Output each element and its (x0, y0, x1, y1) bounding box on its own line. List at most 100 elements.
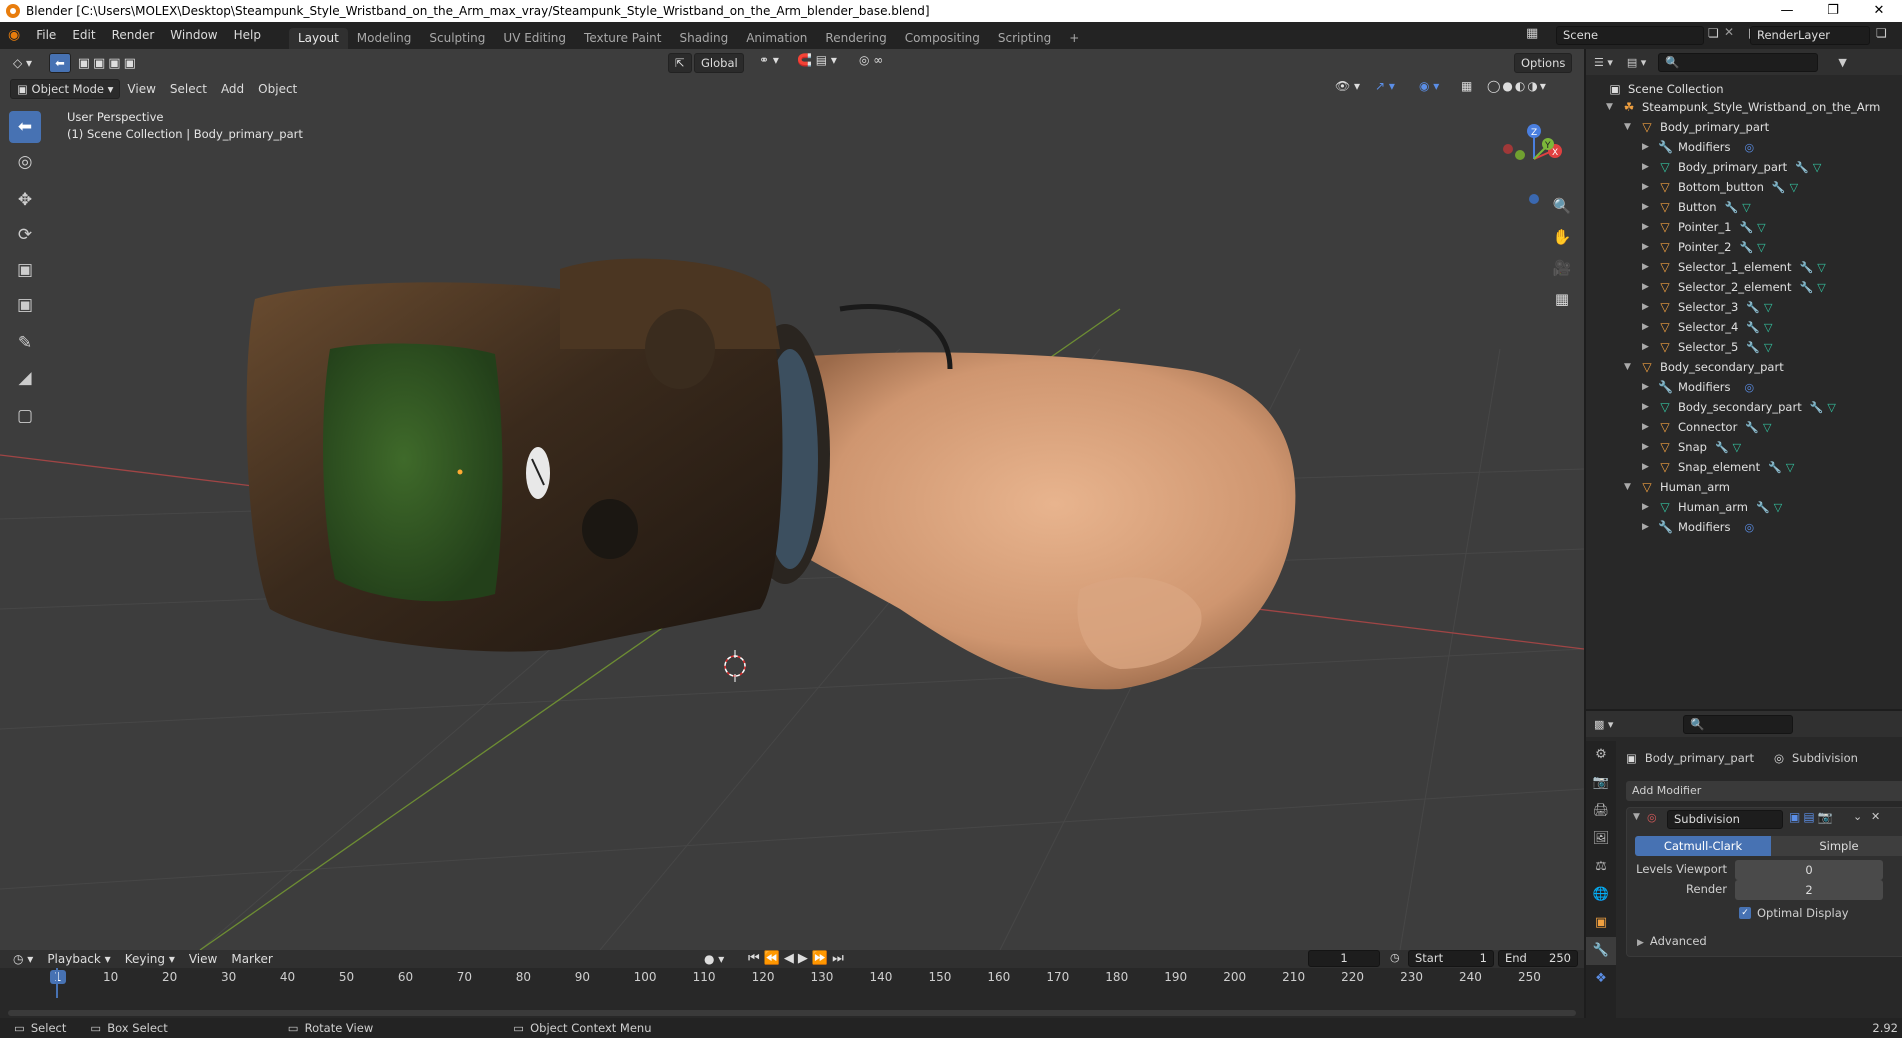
expand-down-icon[interactable]: ▼ (1624, 362, 1634, 372)
editor-type-icon[interactable]: ◇ ▾ (6, 56, 39, 70)
expand-right-icon[interactable]: ▶ (1642, 262, 1652, 272)
display-mode-icon[interactable]: ▤ ▾ (1627, 56, 1646, 69)
expand-right-icon[interactable]: ▶ (1642, 442, 1652, 452)
tab-compositing[interactable]: Compositing (896, 28, 989, 49)
menu-keying[interactable]: Keying ▾ (118, 952, 182, 966)
snapping-icon[interactable]: 🧲 ▤ ▾ (790, 53, 844, 67)
scene-icon[interactable]: ▦ (1526, 26, 1538, 41)
remove-modifier-icon[interactable]: ✕ (1871, 810, 1880, 823)
expand-right-icon[interactable]: ▶ (1642, 242, 1652, 252)
playhead-line[interactable] (56, 968, 58, 998)
expand-right-icon[interactable]: ▶ (1642, 422, 1652, 432)
outliner-item[interactable]: ▼ ▽ Body_primary_part (1624, 117, 1769, 137)
outliner-item[interactable]: ▶ ▽ Bottom_button 🔧 ▽ (1642, 177, 1798, 197)
output-tab-icon[interactable]: 🖨 (1586, 797, 1616, 825)
outliner-item[interactable]: ▶ ▽ Body_secondary_part 🔧 ▽ (1642, 397, 1836, 417)
modifier-indicator-icon[interactable]: 🔧 (1756, 501, 1770, 514)
modifier-indicator-icon[interactable]: 🔧 (1795, 161, 1809, 174)
render-levels-field[interactable]: 2 (1735, 880, 1883, 900)
catmull-clark-button[interactable]: Catmull-Clark (1635, 836, 1771, 856)
expand-right-icon[interactable]: ▶ (1642, 162, 1652, 172)
3d-viewport[interactable]: ◇ ▾ ⬅ ▣▣▣▣ ⇱ Global ⚭ ▾ 🧲 ▤ ▾ ◎ ∞ Option… (0, 49, 1584, 950)
modifier-indicator-icon[interactable]: 🔧 (1799, 261, 1813, 274)
outliner-item[interactable]: ▶ ▽ Pointer_2 🔧 ▽ (1642, 237, 1766, 257)
filter-icon[interactable]: ▼ (1838, 56, 1846, 69)
collapse-modifier-icon[interactable]: ▼ (1633, 812, 1640, 822)
tab-shading[interactable]: Shading (670, 28, 737, 49)
modifier-indicator-icon[interactable]: 🔧 (1810, 401, 1824, 414)
pan-hand-icon[interactable]: ✋ (1550, 225, 1574, 249)
menu-edit[interactable]: Edit (64, 22, 103, 49)
expand-right-icon[interactable]: ▶ (1642, 202, 1652, 212)
options-button[interactable]: Options (1514, 53, 1573, 73)
properties-editor-icon[interactable]: ▩ ▾ (1594, 718, 1613, 731)
tab-animation[interactable]: Animation (737, 28, 816, 49)
expand-right-icon[interactable]: ▶ (1642, 322, 1652, 332)
simple-button[interactable]: Simple (1771, 836, 1902, 856)
3d-cursor[interactable] (724, 650, 746, 682)
add-modifier-button[interactable]: Add Modifier (1626, 781, 1902, 801)
timeline-menu-view[interactable]: View (182, 952, 224, 966)
expand-down-icon[interactable]: ▼ (1606, 102, 1616, 112)
measure-tool-icon[interactable]: ◢ (9, 362, 41, 394)
modifier-indicator-icon[interactable]: 🔧 (1739, 221, 1753, 234)
outliner-item[interactable]: ▼ ▽ Body_secondary_part (1624, 357, 1784, 377)
outliner-item[interactable]: ▶ ▽ Human_arm 🔧 ▽ (1642, 497, 1782, 517)
outliner-scene-collection[interactable]: ▣ Scene Collection (1608, 79, 1723, 99)
subdivision-modifier-icon[interactable]: ◎ (1745, 141, 1755, 154)
expand-right-icon[interactable]: ▶ (1642, 402, 1652, 412)
subdivision-modifier-icon[interactable]: ◎ (1745, 521, 1755, 534)
menu-object[interactable]: Object (251, 82, 304, 96)
expand-right-icon[interactable]: ▶ (1642, 502, 1652, 512)
properties-search-input[interactable]: 🔍 (1683, 714, 1794, 734)
restore-button[interactable]: ❐ (1810, 0, 1856, 22)
camera-view-icon[interactable]: 🎥 (1550, 256, 1574, 280)
tab-rendering[interactable]: Rendering (816, 28, 895, 49)
mesh-data-icon[interactable]: ▽ (1742, 201, 1750, 214)
mesh-data-icon[interactable]: ▽ (1763, 421, 1771, 434)
mesh-data-icon[interactable]: ▽ (1813, 161, 1821, 174)
outliner-item[interactable]: ▼ ☘ Steampunk_Style_Wristband_on_the_Arm (1606, 97, 1880, 117)
navigation-gizmo[interactable]: Z Y X (1496, 111, 1566, 241)
outliner-editor-icon[interactable]: ☰ ▾ (1594, 56, 1613, 69)
expand-right-icon[interactable]: ▶ (1642, 382, 1652, 392)
modifier-indicator-icon[interactable]: 🔧 (1768, 461, 1782, 474)
delete-scene-icon[interactable]: ✕ (1724, 25, 1734, 39)
modifier-indicator-icon[interactable]: 🔧 (1746, 301, 1760, 314)
world-tab-icon[interactable]: 🌐 (1586, 881, 1616, 909)
tab-uv-editing[interactable]: UV Editing (494, 28, 575, 49)
selection-mode-icons[interactable]: ▣▣▣▣ (71, 56, 146, 71)
menu-marker[interactable]: Marker (224, 952, 279, 966)
timeline-editor-icon[interactable]: ◷ ▾ (6, 952, 40, 966)
shading-mode-icons[interactable]: ◯●◐◑▾ (1480, 79, 1555, 93)
outliner-item[interactable]: ▶ ▽ Selector_1_element 🔧 ▽ (1642, 257, 1826, 277)
move-tool-icon[interactable]: ✥ (9, 184, 41, 216)
tab-texture-paint[interactable]: Texture Paint (575, 28, 670, 49)
object-tab-icon[interactable]: ▣ (1586, 909, 1616, 937)
modifier-dropdown-icon[interactable]: ⌄ (1853, 810, 1862, 823)
modifier-indicator-icon[interactable]: 🔧 (1739, 241, 1753, 254)
expand-right-icon[interactable]: ▶ (1642, 222, 1652, 232)
expand-right-icon[interactable]: ▶ (1642, 182, 1652, 192)
menu-window[interactable]: Window (162, 22, 225, 49)
tab-layout[interactable]: Layout (288, 28, 348, 49)
expand-right-icon[interactable]: ▶ (1642, 522, 1652, 532)
mesh-data-icon[interactable]: ▽ (1764, 341, 1772, 354)
mesh-data-icon[interactable]: ▽ (1757, 221, 1765, 234)
annotate-tool-icon[interactable]: ✎ (9, 327, 41, 359)
expand-right-icon[interactable]: ▶ (1642, 302, 1652, 312)
menu-view[interactable]: View (120, 82, 162, 96)
outliner-item[interactable]: ▶ ▽ Selector_5 🔧 ▽ (1642, 337, 1772, 357)
levels-viewport-field[interactable]: 0 (1735, 860, 1883, 880)
playback-controls[interactable]: ⏮⏪◀▶⏩⏭ (748, 951, 848, 966)
fist-model[interactable] (760, 352, 1296, 690)
modifier-visibility-icons[interactable]: ▣▤📷 (1789, 810, 1836, 824)
menu-select[interactable]: Select (163, 82, 214, 96)
timeline-scrollbar[interactable] (8, 1010, 1576, 1016)
scene-tab-icon[interactable]: ⚖ (1586, 853, 1616, 881)
optimal-display-row[interactable]: ✓ Optimal Display (1739, 906, 1849, 920)
new-scene-icon[interactable]: ❏ (1708, 26, 1719, 40)
end-frame-field[interactable]: End 250 (1498, 950, 1578, 967)
view-layer-tab-icon[interactable]: 🖼 (1586, 825, 1616, 853)
viewport-canvas[interactable] (0, 49, 1584, 950)
